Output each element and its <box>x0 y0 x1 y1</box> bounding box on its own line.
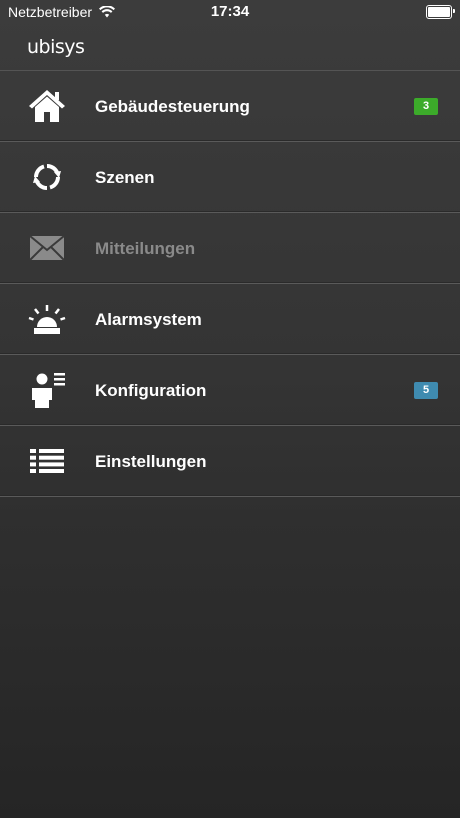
menu-item-label: Konfiguration <box>95 381 207 400</box>
menu-item-label: Alarmsystem <box>95 310 202 329</box>
ubisys-logo: ubisys <box>27 36 85 58</box>
menu-item-label: Szenen <box>95 168 155 187</box>
count-badge: 5 <box>414 382 438 399</box>
menu-item-mitteilungen[interactable]: Mitteilungen <box>0 213 460 284</box>
menu-item-label: Mitteilungen <box>95 239 196 258</box>
menu-item-label: Gebäudesteuerung <box>95 97 250 116</box>
battery-icon <box>426 5 455 19</box>
status-bar: Netzbetreiber 17:34 <box>0 0 460 24</box>
count-badge: 3 <box>414 98 438 115</box>
menu-item-label: Einstellungen <box>95 452 207 471</box>
menu-item-gebaeudesteuerung[interactable]: Gebäudesteuerung 3 <box>0 71 460 142</box>
envelope-icon <box>18 226 76 270</box>
menu-item-einstellungen[interactable]: Einstellungen <box>0 426 460 497</box>
list-icon <box>18 439 76 483</box>
house-icon <box>18 84 76 128</box>
refresh-icon <box>18 155 76 199</box>
status-time: 17:34 <box>210 3 250 20</box>
user-config-icon <box>18 368 76 412</box>
alarm-light-icon <box>18 297 76 341</box>
main-menu: Gebäudesteuerung 3 Szenen Mitteilungen A… <box>0 70 460 497</box>
menu-item-alarmsystem[interactable]: Alarmsystem <box>0 284 460 355</box>
app-header: ubisys <box>0 24 460 70</box>
menu-item-konfiguration[interactable]: Konfiguration 5 <box>0 355 460 426</box>
menu-item-szenen[interactable]: Szenen <box>0 142 460 213</box>
